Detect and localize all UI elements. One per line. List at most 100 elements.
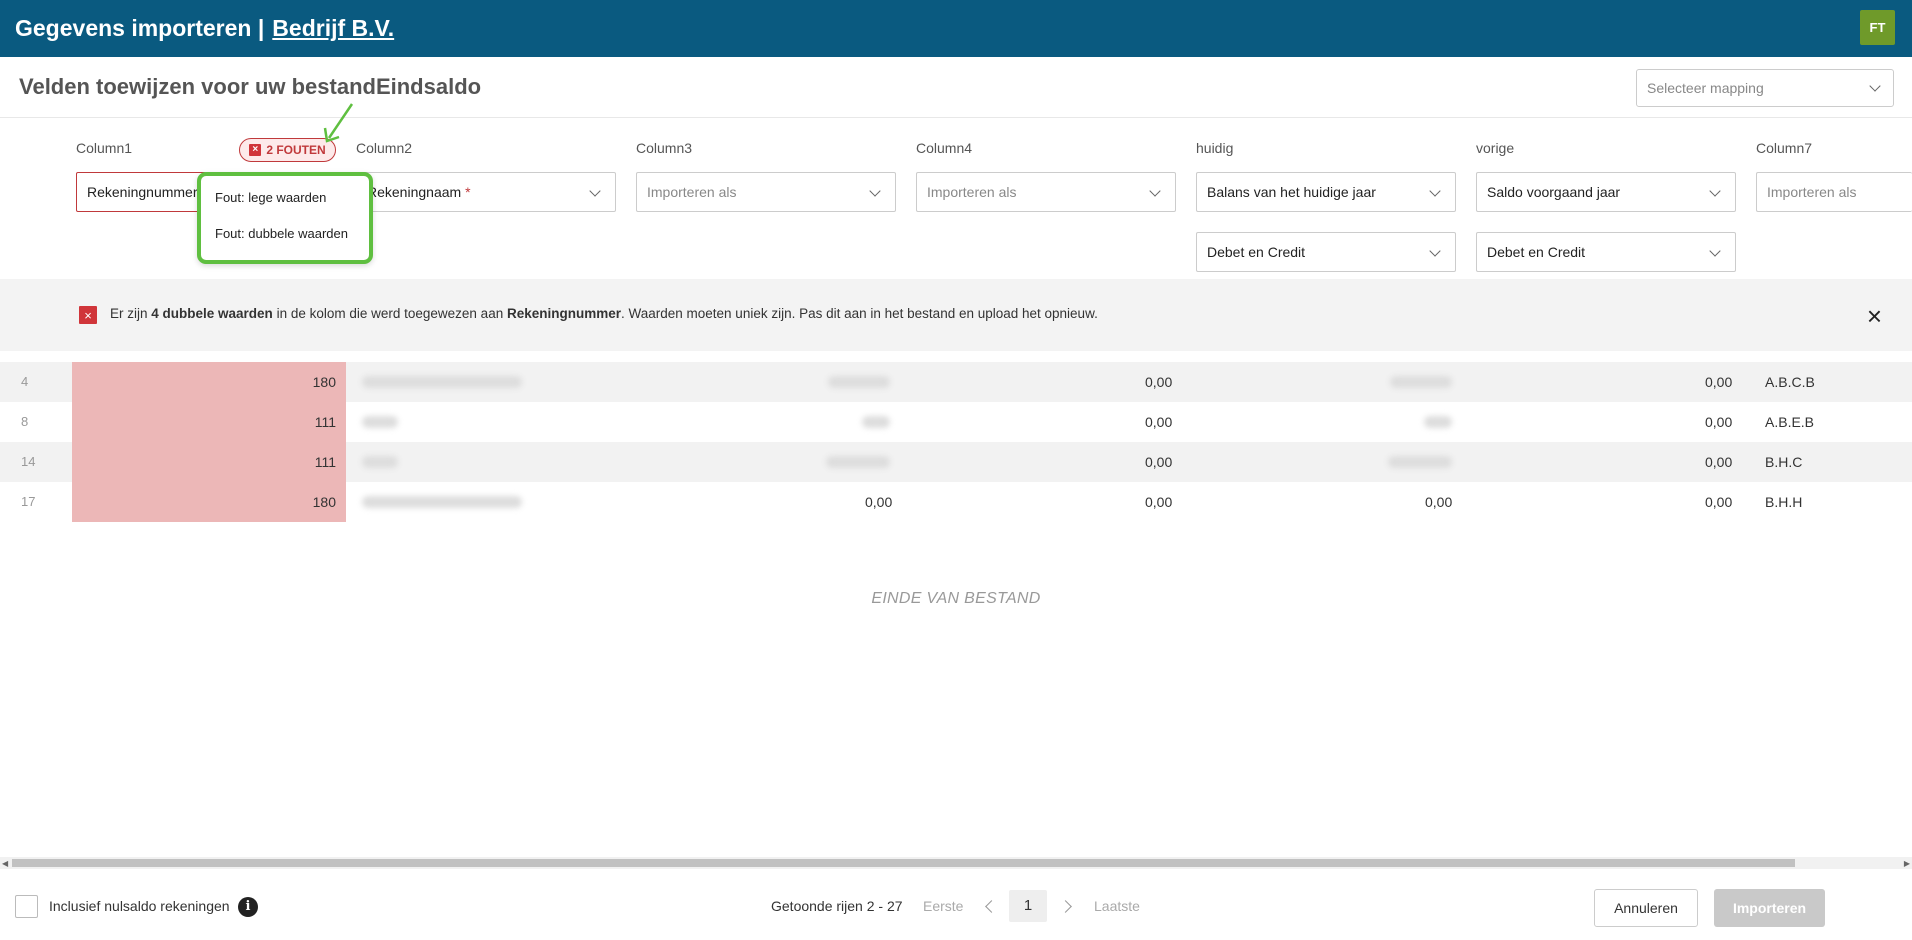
close-icon[interactable]: ×: [1867, 303, 1882, 329]
import-button[interactable]: Importeren: [1714, 889, 1825, 927]
vorige-field-select[interactable]: Saldo voorgaand jaar: [1476, 172, 1736, 212]
table-cell: 0,00: [1145, 414, 1173, 430]
duplicate-key-cell: 111: [72, 442, 346, 482]
scroll-left-icon[interactable]: ◀: [2, 859, 8, 868]
table-cell: B.H.H: [1765, 494, 1803, 510]
error-popover: Fout: lege waarden Fout: dubbele waarden: [197, 172, 373, 264]
column7-field-select[interactable]: Importeren als: [1756, 172, 1912, 212]
mapping-select[interactable]: Selecteer mapping: [1636, 69, 1894, 107]
table-cell: 0,00: [865, 494, 893, 510]
company-link[interactable]: Bedrijf B.V.: [272, 15, 394, 42]
required-marker: *: [465, 184, 471, 200]
blurred-cell: [362, 416, 398, 428]
app-header: Gegevens importeren | Bedrijf B.V. FT: [0, 0, 1912, 57]
blurred-cell: [862, 416, 890, 428]
row-number: 4: [21, 374, 29, 389]
column3-field-select[interactable]: Importeren als: [636, 172, 896, 212]
horizontal-scrollbar[interactable]: ◀ ▶: [0, 857, 1912, 869]
table-cell: 0,00: [1705, 494, 1733, 510]
last-page-link[interactable]: Laatste: [1094, 898, 1140, 914]
banner-duplicate-count: 4 dubbele waarden: [151, 306, 273, 321]
column2-field-select[interactable]: Rekeningnaam *: [356, 172, 616, 212]
chevron-left-icon[interactable]: [985, 900, 998, 913]
zero-balance-checkbox[interactable]: [15, 895, 38, 918]
table-cell: 0,00: [1425, 494, 1453, 510]
end-of-file-label: EINDE VAN BESTAND: [871, 590, 1041, 607]
chevron-down-icon: [1869, 80, 1881, 92]
chevron-down-icon: [1709, 245, 1721, 257]
column1-field-select[interactable]: Rekeningnummer: [76, 172, 206, 212]
blurred-cell: [1424, 416, 1452, 428]
column2-field-value: Rekeningnaam: [367, 184, 462, 200]
column1-field-value: Rekeningnummer: [87, 184, 198, 200]
page-title: Velden toewijzen voor uw bestandEindsald…: [19, 74, 482, 99]
table-cell: A.B.C.B: [1765, 374, 1815, 390]
blurred-cell: [362, 496, 522, 508]
column7-field-placeholder: Importeren als: [1767, 184, 1857, 200]
blurred-cell: [362, 456, 398, 468]
page-subheader: Velden toewijzen voor uw bestandEindsald…: [0, 57, 1912, 118]
current-page[interactable]: 1: [1009, 890, 1047, 922]
banner-text-pre: Er zijn: [110, 306, 152, 321]
first-page-link[interactable]: Eerste: [923, 898, 963, 914]
duplicate-key-cell: 180: [72, 362, 346, 402]
error-item-duplicate[interactable]: Fout: dubbele waarden: [215, 226, 348, 241]
vorige-type-value: Debet en Credit: [1487, 244, 1586, 260]
footer-bar: Inclusief nulsaldo rekeningen i Getoonde…: [0, 870, 1912, 940]
huidig-type-select[interactable]: Debet en Credit: [1196, 232, 1456, 272]
chevron-down-icon: [1429, 245, 1441, 257]
zero-balance-label: Inclusief nulsaldo rekeningen: [49, 898, 230, 914]
chevron-down-icon: [589, 185, 601, 197]
table-cell: 0,00: [1705, 414, 1733, 430]
table-cell: 0,00: [1145, 454, 1173, 470]
chevron-down-icon: [1149, 185, 1161, 197]
blurred-cell: [362, 376, 522, 388]
table-cell: 0,00: [1145, 374, 1173, 390]
table-row: 8 111 0,00 0,00 A.B.E.B: [0, 402, 1912, 442]
column-header-2: Column2: [356, 140, 413, 156]
table-cell: 0,00: [1705, 454, 1733, 470]
blurred-cell: [828, 376, 890, 388]
table-row: 14 111 0,00 0,00 B.H.C: [0, 442, 1912, 482]
blurred-cell: [1390, 376, 1452, 388]
info-icon[interactable]: i: [238, 897, 258, 917]
row-number: 14: [21, 454, 36, 469]
row-number: 8: [21, 414, 29, 429]
column4-field-select[interactable]: Importeren als: [916, 172, 1176, 212]
mapping-select-placeholder: Selecteer mapping: [1647, 80, 1764, 96]
error-count-label: 2 FOUTEN: [266, 143, 326, 157]
column-header-4: Column4: [916, 140, 973, 156]
column3-field-placeholder: Importeren als: [647, 184, 737, 200]
chevron-right-icon[interactable]: [1059, 900, 1072, 913]
error-item-empty[interactable]: Fout: lege waarden: [215, 190, 326, 205]
scroll-right-icon[interactable]: ▶: [1904, 859, 1910, 868]
table-cell: 0,00: [1145, 494, 1173, 510]
error-icon: ×: [249, 144, 262, 156]
column4-field-placeholder: Importeren als: [927, 184, 1017, 200]
table-cell: 0,00: [1705, 374, 1733, 390]
vorige-field-value: Saldo voorgaand jaar: [1487, 184, 1621, 200]
table-cell: A.B.E.B: [1765, 414, 1815, 430]
banner-column-name: Rekeningnummer: [506, 306, 621, 321]
table-cell: B.H.C: [1765, 454, 1803, 470]
row-number: 17: [21, 494, 36, 509]
blurred-cell: [826, 456, 890, 468]
vorige-type-select[interactable]: Debet en Credit: [1476, 232, 1736, 272]
chevron-down-icon: [1429, 185, 1441, 197]
user-avatar[interactable]: FT: [1860, 10, 1895, 45]
callout-arrow-icon: [323, 103, 354, 143]
chevron-down-icon: [869, 185, 881, 197]
table-row: 4 180 0,00 0,00 A.B.C.B: [0, 362, 1912, 402]
duplicate-key-cell: 180: [72, 482, 346, 522]
huidig-field-select[interactable]: Balans van het huidige jaar: [1196, 172, 1456, 212]
blurred-cell: [1388, 456, 1452, 468]
scrollbar-thumb[interactable]: [12, 859, 1795, 867]
banner-text-mid: in de kolom die werd toegewezen aan: [272, 306, 507, 321]
chevron-down-icon: [1709, 185, 1721, 197]
banner-message: Er zijn 4 dubbele waarden in de kolom di…: [110, 306, 1098, 321]
column-header-1: Column1: [76, 140, 133, 156]
cancel-button[interactable]: Annuleren: [1594, 889, 1698, 927]
column-header-5: huidig: [1196, 140, 1234, 156]
duplicate-key-cell: 111: [72, 402, 346, 442]
banner-text-post: . Waarden moeten uniek zijn. Pas dit aan…: [621, 306, 1098, 321]
